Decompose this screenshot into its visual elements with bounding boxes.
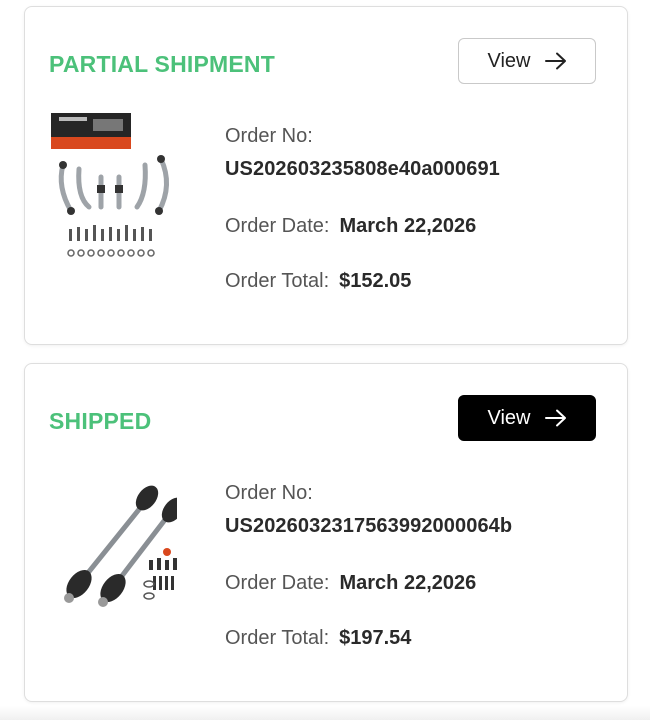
order-no-value: US202603235808e40a000691 xyxy=(225,158,500,180)
order-total-value: $152.05 xyxy=(339,270,412,292)
order-info: Order No: US202603235808e40a000691 Order… xyxy=(225,125,500,293)
order-date-label: Order Date: xyxy=(225,572,330,594)
order-no-label: Order No: xyxy=(225,482,313,504)
view-order-button[interactable]: View xyxy=(458,38,596,84)
product-thumbnail[interactable] xyxy=(49,464,185,624)
order-card: SHIPPED View Order No: US202603231756399… xyxy=(24,363,628,702)
order-total-label: Order Total: xyxy=(225,627,330,649)
order-total-row: Order Total: $152.05 xyxy=(225,270,500,293)
order-date-value: March 22,2026 xyxy=(339,215,477,237)
arrow-right-icon xyxy=(544,409,567,427)
view-button-label: View xyxy=(487,406,531,429)
order-card: PARTIAL SHIPMENT View Order No: US202603… xyxy=(24,6,628,345)
order-status: SHIPPED xyxy=(49,408,152,434)
scroll-edge-shadow xyxy=(0,706,650,720)
order-status: PARTIAL SHIPMENT xyxy=(49,51,275,77)
view-order-button[interactable]: View xyxy=(458,395,596,441)
order-date-row: Order Date: March 22,2026 xyxy=(225,572,512,595)
order-total-value: $197.54 xyxy=(339,627,412,649)
product-thumbnail[interactable] xyxy=(49,107,177,267)
order-info: Order No: US2026032317563992000064b Orde… xyxy=(225,482,512,650)
order-total-label: Order Total: xyxy=(225,270,330,292)
order-no-value: US2026032317563992000064b xyxy=(225,515,513,537)
order-date-value: March 22,2026 xyxy=(339,572,477,594)
arrow-right-icon xyxy=(544,52,567,70)
order-no-label: Order No: xyxy=(225,125,313,147)
view-button-label: View xyxy=(487,49,531,72)
order-date-row: Order Date: March 22,2026 xyxy=(225,215,500,238)
order-date-label: Order Date: xyxy=(225,215,330,237)
order-total-row: Order Total: $197.54 xyxy=(225,627,512,650)
